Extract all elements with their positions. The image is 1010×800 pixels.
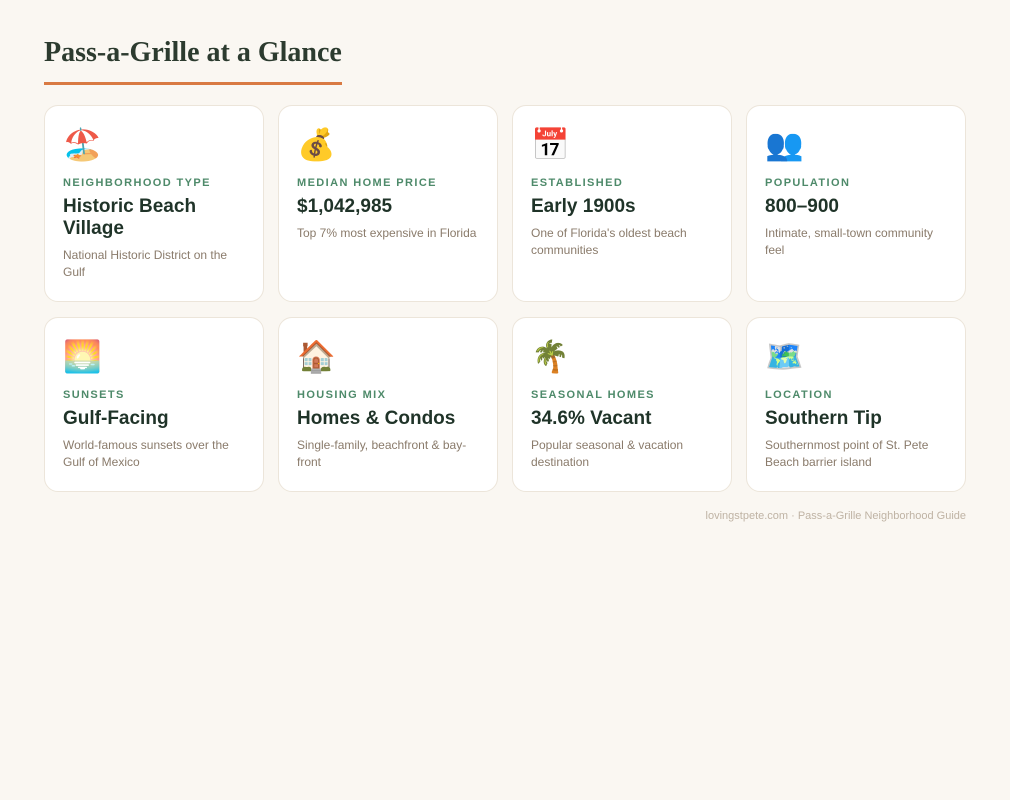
card-value: 34.6% Vacant	[531, 407, 652, 429]
card-value: Early 1900s	[531, 195, 636, 217]
card-value: $1,042,985	[297, 195, 393, 217]
card-description: Intimate, small-town community feel	[765, 225, 934, 257]
people-icon: 👥	[765, 126, 804, 163]
card-neighborhood-type: 🏖️ NEIGHBORHOOD TYPE Historic Beach Vill…	[44, 104, 264, 302]
beach-umbrella-icon: 🏖️	[63, 126, 102, 163]
card-sunsets: 🌅 SUNSETS Gulf-Facing World-famous sunse…	[44, 316, 264, 492]
card-description: National Historic District on the Gulf	[63, 247, 228, 279]
card-description: Single-family, beachfront & bay-front	[297, 437, 467, 469]
card-description: Top 7% most expensive in Florida	[297, 225, 477, 240]
palm-tree-icon: 🌴	[531, 338, 570, 375]
card-value: Southern Tip	[765, 407, 882, 429]
card-population: 👥 POPULATION 800–900 Intimate, small-tow…	[746, 104, 966, 302]
card-label: SUNSETS	[63, 388, 125, 401]
card-description: One of Florida's oldest beach communitie…	[531, 225, 687, 257]
card-label: MEDIAN HOME PRICE	[297, 176, 437, 189]
page-title: Pass-a-Grille at a Glance	[44, 37, 342, 85]
card-value: Homes & Condos	[297, 407, 456, 429]
glance-page: Pass-a-Grille at a Glance 🏖️ NEIGHBORHOO…	[0, 0, 1010, 522]
card-description: Southernmost point of St. Pete Beach bar…	[765, 437, 929, 469]
sunrise-icon: 🌅	[63, 338, 102, 375]
card-label: ESTABLISHED	[531, 176, 624, 189]
house-icon: 🏠	[297, 338, 336, 375]
map-icon: 🗺️	[765, 338, 804, 375]
card-location: 🗺️ LOCATION Southern Tip Southernmost po…	[746, 316, 966, 492]
money-bag-icon: 💰	[297, 126, 336, 163]
info-card-grid: 🏖️ NEIGHBORHOOD TYPE Historic Beach Vill…	[44, 104, 966, 492]
card-label: HOUSING MIX	[297, 388, 387, 401]
card-label: POPULATION	[765, 176, 851, 189]
source-footer: lovingstpete.com · Pass-a-Grille Neighbo…	[705, 509, 966, 522]
card-description: Popular seasonal & vacation destination	[531, 437, 684, 469]
calendar-icon: 📅	[531, 126, 570, 163]
card-value: 800–900	[765, 195, 839, 217]
card-description: World-famous sunsets over the Gulf of Me…	[63, 437, 229, 469]
card-value: Historic Beach Village	[63, 195, 197, 239]
card-housing-mix: 🏠 HOUSING MIX Homes & Condos Single-fami…	[278, 316, 498, 492]
card-label: LOCATION	[765, 388, 833, 401]
card-seasonal-homes: 🌴 SEASONAL HOMES 34.6% Vacant Popular se…	[512, 316, 732, 492]
card-median-home-price: 💰 MEDIAN HOME PRICE $1,042,985 Top 7% mo…	[278, 104, 498, 302]
card-value: Gulf-Facing	[63, 407, 169, 429]
card-label: NEIGHBORHOOD TYPE	[63, 176, 211, 189]
card-label: SEASONAL HOMES	[531, 388, 655, 401]
card-established: 📅 ESTABLISHED Early 1900s One of Florida…	[512, 104, 732, 302]
